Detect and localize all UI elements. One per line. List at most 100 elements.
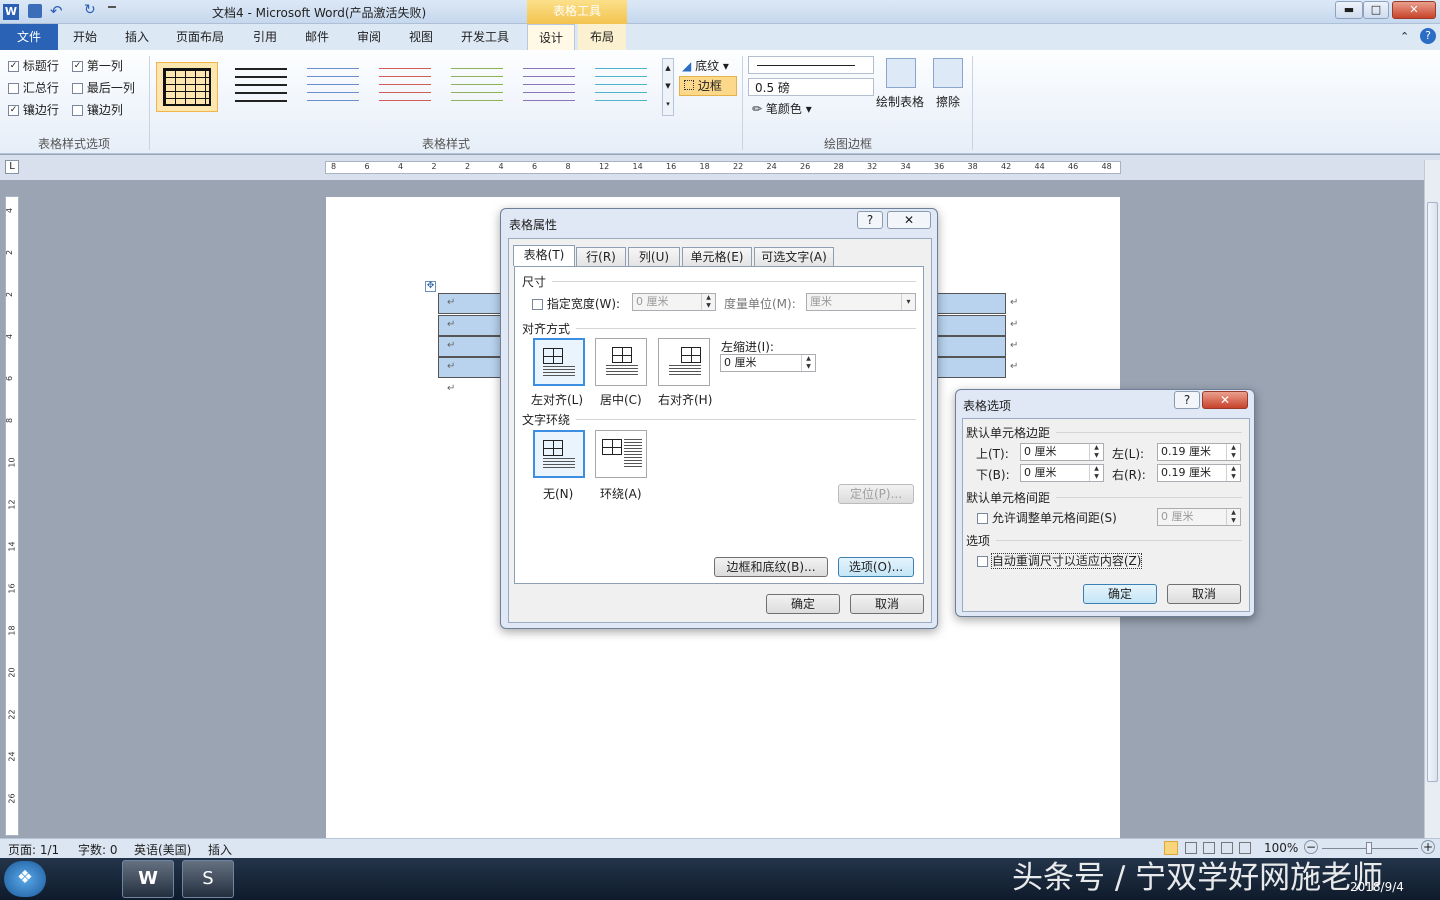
tab-developer[interactable]: 开发工具 xyxy=(452,24,518,50)
checkbox-checked-icon[interactable]: ✓ xyxy=(8,105,19,116)
opt-banded-columns[interactable]: 镶边列 xyxy=(72,101,123,118)
table-style-red[interactable] xyxy=(374,62,436,112)
spinner-icon[interactable]: ▲ ▼ xyxy=(1226,465,1240,481)
pen-color-button[interactable]: ✏ 笔颜色 ▾ xyxy=(752,100,812,117)
table-move-handle-icon[interactable]: ✥ xyxy=(425,281,436,292)
ok-button[interactable]: 确定 xyxy=(766,594,840,614)
draw-table-icon[interactable] xyxy=(886,58,916,88)
close-button[interactable]: ✕ xyxy=(1202,391,1248,409)
wrap-around-option[interactable] xyxy=(595,430,647,478)
spinner-icon[interactable]: ▲ ▼ xyxy=(701,294,715,310)
left-margin-input[interactable]: 0.19 厘米 ▲ ▼ xyxy=(1157,443,1241,461)
draw-table-label[interactable]: 绘制表格 xyxy=(876,93,924,110)
tab-file[interactable]: 文件 xyxy=(0,24,58,50)
tab-selector-icon[interactable]: L xyxy=(5,160,19,174)
checkbox-icon[interactable] xyxy=(8,83,19,94)
opt-first-column[interactable]: ✓ 第一列 xyxy=(72,57,123,74)
help-button[interactable]: ? xyxy=(1174,391,1200,409)
tab-view[interactable]: 视图 xyxy=(398,24,444,50)
opt-header-row[interactable]: ✓ 标题行 xyxy=(8,57,59,74)
borders-button[interactable]: 边框 xyxy=(679,76,737,96)
collapse-ribbon-icon[interactable]: ⌃ xyxy=(1400,30,1409,43)
wrap-none-option[interactable] xyxy=(533,430,585,478)
word-app-icon[interactable]: W xyxy=(3,4,19,20)
close-button[interactable]: ✕ xyxy=(887,211,931,229)
chevron-down-icon[interactable]: ▾ xyxy=(901,294,915,310)
scrollbar-thumb[interactable] xyxy=(1427,202,1438,782)
spinner-icon[interactable]: ▲ ▼ xyxy=(801,355,815,371)
checkbox-icon[interactable] xyxy=(977,513,988,524)
opt-last-column[interactable]: 最后一列 xyxy=(72,79,135,96)
close-button[interactable]: ✕ xyxy=(1392,1,1436,19)
borders-shading-button[interactable]: 边框和底纹(B)... xyxy=(714,557,828,577)
taskbar-word-button[interactable]: W xyxy=(122,860,174,898)
table-style-purple[interactable] xyxy=(518,62,580,112)
eraser-label[interactable]: 擦除 xyxy=(936,93,960,110)
options-button[interactable]: 选项(O)... xyxy=(838,557,914,577)
tab-page-layout[interactable]: 页面布局 xyxy=(168,24,232,50)
spinner-icon[interactable]: ▲ ▼ xyxy=(1226,444,1240,460)
cancel-button[interactable]: 取消 xyxy=(850,594,924,614)
ok-button[interactable]: 确定 xyxy=(1083,584,1157,604)
tab-references[interactable]: 引用 xyxy=(242,24,288,50)
tab-home[interactable]: 开始 xyxy=(62,24,108,50)
page-count[interactable]: 页面: 1/1 xyxy=(8,841,59,858)
measure-in-select[interactable]: 厘米 ▾ xyxy=(806,293,916,311)
redo-icon[interactable]: ↻ xyxy=(84,2,96,18)
align-center-option[interactable] xyxy=(595,338,647,386)
tab-insert[interactable]: 插入 xyxy=(114,24,160,50)
vertical-scrollbar[interactable] xyxy=(1424,160,1440,840)
tab-mailings[interactable]: 邮件 xyxy=(294,24,340,50)
opt-banded-rows[interactable]: ✓ 镶边行 xyxy=(8,101,59,118)
checkbox-icon[interactable] xyxy=(72,105,83,116)
tab-column[interactable]: 列(U) xyxy=(628,247,680,266)
line-style-select[interactable] xyxy=(748,56,874,74)
allow-spacing-checkbox[interactable]: 允许调整单元格间距(S) xyxy=(977,509,1117,526)
tab-cell[interactable]: 单元格(E) xyxy=(682,247,752,266)
save-icon[interactable] xyxy=(28,4,42,18)
bottom-margin-input[interactable]: 0 厘米 ▲ ▼ xyxy=(1020,464,1104,482)
word-count[interactable]: 字数: 0 xyxy=(78,841,118,858)
align-right-option[interactable] xyxy=(658,338,710,386)
help-button[interactable]: ? xyxy=(857,211,883,229)
table-style-blue[interactable] xyxy=(302,62,364,112)
undo-icon[interactable]: ↶ xyxy=(50,2,63,20)
cancel-button[interactable]: 取消 xyxy=(1167,584,1241,604)
line-weight-select[interactable]: 0.5 磅 xyxy=(748,78,874,96)
taskbar-sogou-button[interactable]: S xyxy=(182,860,234,898)
checkbox-checked-icon[interactable]: ✓ xyxy=(8,61,19,72)
checkbox-icon[interactable] xyxy=(532,299,543,310)
help-icon[interactable]: ? xyxy=(1420,28,1436,44)
language-indicator[interactable]: 英语(美国) xyxy=(134,841,191,858)
top-margin-input[interactable]: 0 厘米 ▲ ▼ xyxy=(1020,443,1104,461)
tab-alt-text[interactable]: 可选文字(A) xyxy=(754,247,834,266)
zoom-in-button[interactable]: + xyxy=(1421,840,1435,854)
insert-mode[interactable]: 插入 xyxy=(208,841,232,858)
maximize-button[interactable]: □ xyxy=(1363,1,1389,19)
table-style-teal[interactable] xyxy=(590,62,652,112)
gallery-scroll[interactable]: ▲ ▼ ▾ xyxy=(662,58,674,116)
start-button[interactable]: ❖ xyxy=(4,861,46,897)
width-input[interactable]: 0 厘米 ▲ ▼ xyxy=(632,293,716,311)
opt-total-row[interactable]: 汇总行 xyxy=(8,79,59,96)
spinner-icon[interactable]: ▲ ▼ xyxy=(1089,444,1103,460)
autoresize-checkbox[interactable]: 自动重调尺寸以适应内容(Z) xyxy=(977,552,1143,569)
table-style-green[interactable] xyxy=(446,62,508,112)
tab-review[interactable]: 审阅 xyxy=(346,24,392,50)
align-left-option[interactable] xyxy=(533,338,585,386)
minimize-button[interactable]: ▬ xyxy=(1335,1,1363,19)
tab-table[interactable]: 表格(T) xyxy=(513,245,575,266)
shading-button[interactable]: ◢ 底纹 ▾ xyxy=(682,57,729,74)
tab-design[interactable]: 设计 xyxy=(527,24,575,50)
eraser-icon[interactable] xyxy=(933,58,963,88)
customize-qat-icon[interactable] xyxy=(108,6,116,14)
right-margin-input[interactable]: 0.19 厘米 ▲ ▼ xyxy=(1157,464,1241,482)
spacing-input[interactable]: 0 厘米 ▲ ▼ xyxy=(1157,508,1241,526)
spinner-icon[interactable]: ▲ ▼ xyxy=(1089,465,1103,481)
spinner-icon[interactable]: ▲ ▼ xyxy=(1226,509,1240,525)
tab-layout[interactable]: 布局 xyxy=(578,24,626,50)
table-style-plain[interactable] xyxy=(230,62,292,112)
preferred-width-checkbox[interactable]: 指定宽度(W): xyxy=(532,295,620,312)
indent-input[interactable]: 0 厘米 ▲ ▼ xyxy=(720,354,816,372)
positioning-button[interactable]: 定位(P)... xyxy=(838,484,914,504)
